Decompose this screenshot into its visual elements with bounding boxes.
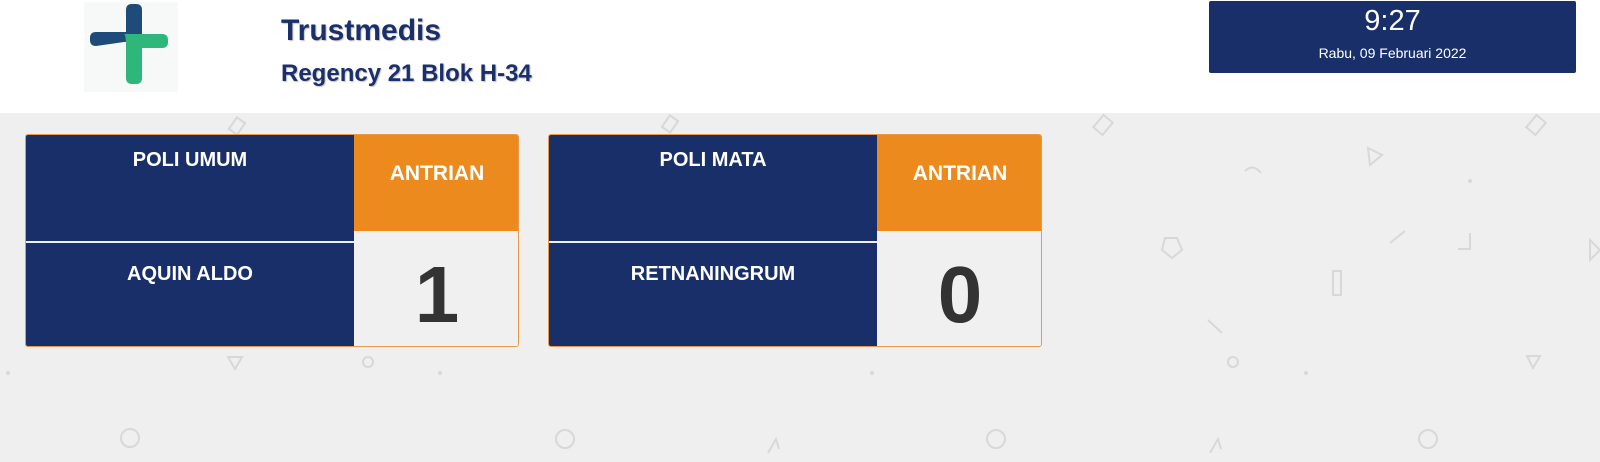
antrian-label: ANTRIAN (354, 135, 518, 231)
clock-panel: 9:27 Rabu, 09 Februari 2022 (1209, 1, 1576, 73)
queue-card-poli-mata: POLI MATA ANTRIAN RETNANINGRUM 0 (548, 134, 1042, 347)
queue-card-poli-umum: POLI UMUM ANTRIAN AQUIN ALDO 1 (25, 134, 519, 347)
antrian-label: ANTRIAN (877, 135, 1041, 231)
queue-number: 1 (354, 231, 518, 346)
clinic-name: Trustmedis (281, 14, 442, 47)
poli-name: POLI UMUM (26, 135, 354, 241)
clock-time: 9:27 (1364, 5, 1421, 37)
queue-number: 0 (877, 231, 1041, 346)
clinic-address: Regency 21 Blok H-34 (281, 60, 532, 87)
patient-name: AQUIN ALDO (26, 243, 354, 346)
clock-date: Rabu, 09 Februari 2022 (1318, 45, 1467, 61)
cross-logo-icon (90, 4, 168, 84)
poli-name: POLI MATA (549, 135, 877, 241)
patient-name: RETNANINGRUM (549, 243, 877, 346)
trustmedis-logo (84, 2, 178, 92)
header-bar: Trustmedis Regency 21 Blok H-34 9:27 Rab… (0, 0, 1600, 113)
